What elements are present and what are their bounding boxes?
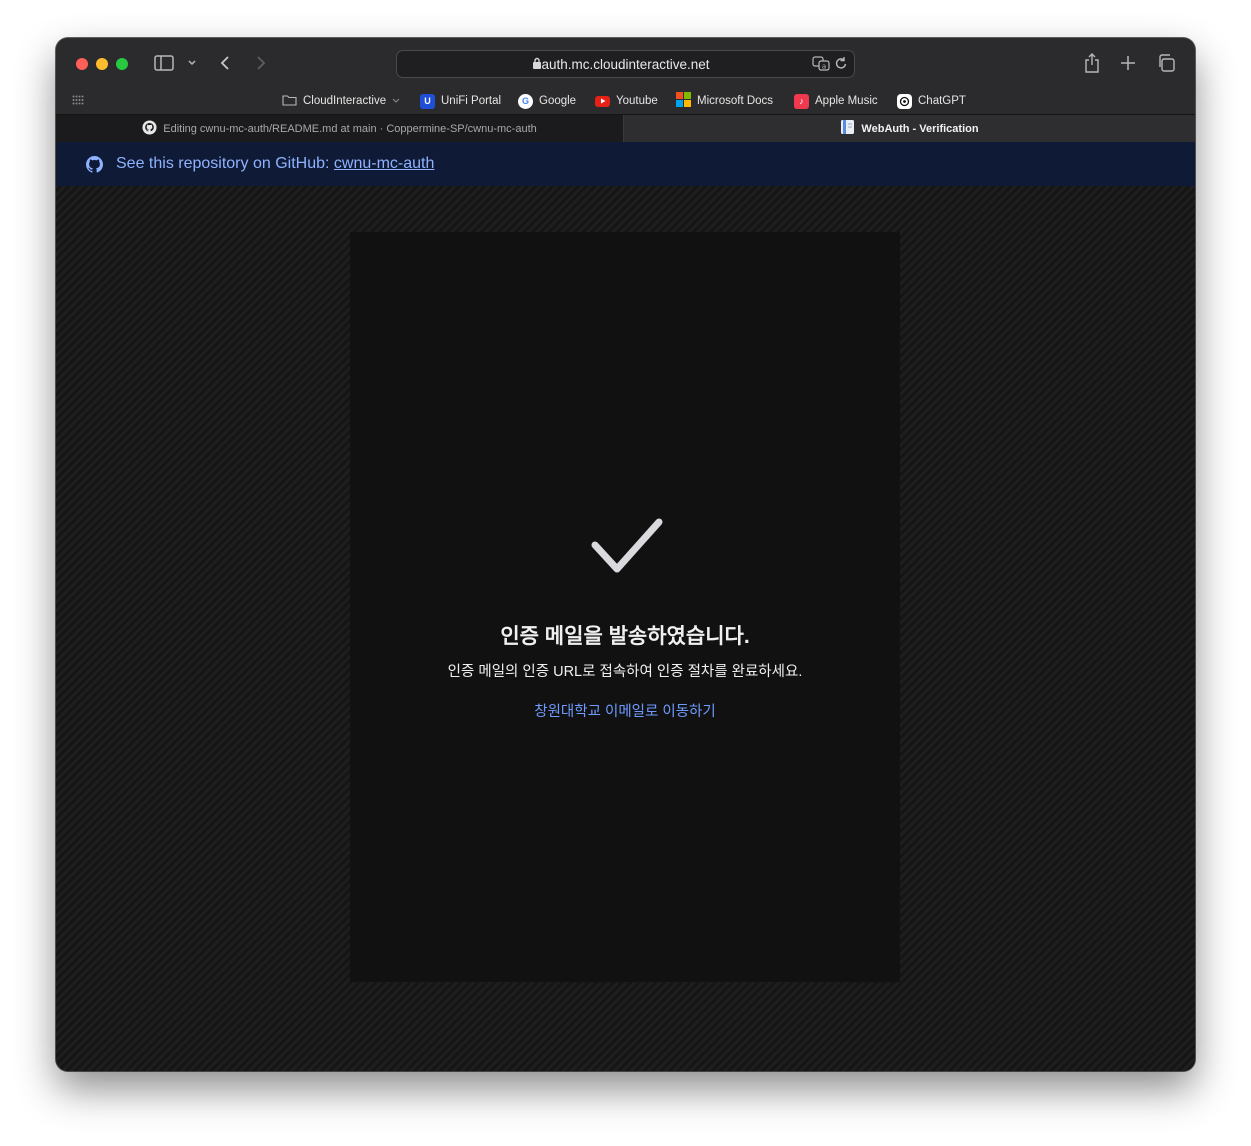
translate-icon[interactable]: a bbox=[812, 56, 830, 74]
tab-label: Editing cwnu-mc-auth/README.md at main ·… bbox=[163, 122, 537, 135]
close-window-button[interactable] bbox=[76, 58, 88, 70]
instruction-text: 인증 메일의 인증 URL로 접속하여 인증 절차를 완료하세요. bbox=[447, 664, 803, 680]
lock-icon bbox=[532, 57, 542, 73]
favorite-apple-music[interactable]: ♪ Apple Music bbox=[794, 92, 878, 110]
favorite-unifi-portal[interactable]: U UniFi Portal bbox=[420, 92, 501, 110]
chevron-down-icon bbox=[392, 95, 400, 107]
youtube-icon bbox=[595, 95, 610, 107]
banner-text: See this repository on GitHub: bbox=[116, 155, 334, 172]
favorite-cloudinteractive[interactable]: CloudInteractive bbox=[282, 92, 400, 110]
tab-label: WebAuth - Verification bbox=[861, 122, 979, 135]
chevron-down-icon[interactable] bbox=[185, 56, 199, 70]
github-icon bbox=[142, 119, 157, 138]
favorite-google[interactable]: G Google bbox=[518, 92, 576, 110]
tab-bar: Editing cwnu-mc-auth/README.md at main ·… bbox=[56, 114, 1195, 142]
folder-icon bbox=[282, 94, 297, 109]
unifi-icon: U bbox=[420, 93, 435, 109]
repository-link[interactable]: cwnu-mc-auth bbox=[334, 155, 434, 173]
go-to-email-link[interactable]: 창원대학교 이메일로 이동하기 bbox=[350, 700, 900, 721]
browser-window: auth.mc.cloudinteractive.net a CloudInte… bbox=[56, 38, 1195, 1071]
sidebar-toggle-icon[interactable] bbox=[153, 54, 175, 72]
zoom-window-button[interactable] bbox=[116, 58, 128, 70]
microsoft-icon bbox=[676, 92, 691, 110]
grid-icon[interactable] bbox=[71, 93, 85, 107]
favorite-youtube[interactable]: Youtube bbox=[595, 92, 658, 110]
favorite-microsoft-docs[interactable]: Microsoft Docs bbox=[676, 92, 773, 110]
chatgpt-icon bbox=[897, 93, 912, 109]
github-banner: See this repository on GitHub: cwnu-mc-a… bbox=[56, 142, 1195, 186]
apple-music-icon: ♪ bbox=[794, 93, 809, 109]
tab-github-editing[interactable]: Editing cwnu-mc-auth/README.md at main ·… bbox=[56, 115, 624, 142]
page-title: 인증 메일을 발송하였습니다. bbox=[500, 625, 750, 648]
share-icon[interactable] bbox=[1083, 52, 1101, 74]
page-content: See this repository on GitHub: cwnu-mc-a… bbox=[56, 142, 1195, 1071]
reload-icon[interactable] bbox=[834, 56, 848, 74]
favorites-bar: CloudInteractive U UniFi Portal G Google… bbox=[56, 88, 1195, 114]
github-icon bbox=[86, 155, 103, 173]
tab-overview-icon[interactable] bbox=[1156, 53, 1176, 73]
tab-webauth-verification[interactable]: WebAuth - Verification bbox=[624, 115, 1195, 142]
document-icon bbox=[840, 119, 855, 138]
address-bar[interactable]: auth.mc.cloudinteractive.net a bbox=[396, 50, 855, 78]
back-icon[interactable] bbox=[217, 54, 233, 72]
favorite-chatgpt[interactable]: ChatGPT bbox=[897, 92, 966, 110]
url-text: auth.mc.cloudinteractive.net bbox=[541, 56, 710, 72]
minimize-window-button[interactable] bbox=[96, 58, 108, 70]
forward-icon[interactable] bbox=[253, 54, 269, 72]
checkmark-icon bbox=[591, 517, 663, 575]
verification-card: 인증 메일을 발송하였습니다. 인증 메일의 인증 URL로 접속하여 인증 절… bbox=[350, 232, 900, 982]
svg-text:a: a bbox=[822, 63, 826, 71]
browser-toolbar: auth.mc.cloudinteractive.net a bbox=[56, 38, 1195, 88]
new-tab-icon[interactable] bbox=[1119, 54, 1137, 72]
google-icon: G bbox=[518, 93, 533, 109]
